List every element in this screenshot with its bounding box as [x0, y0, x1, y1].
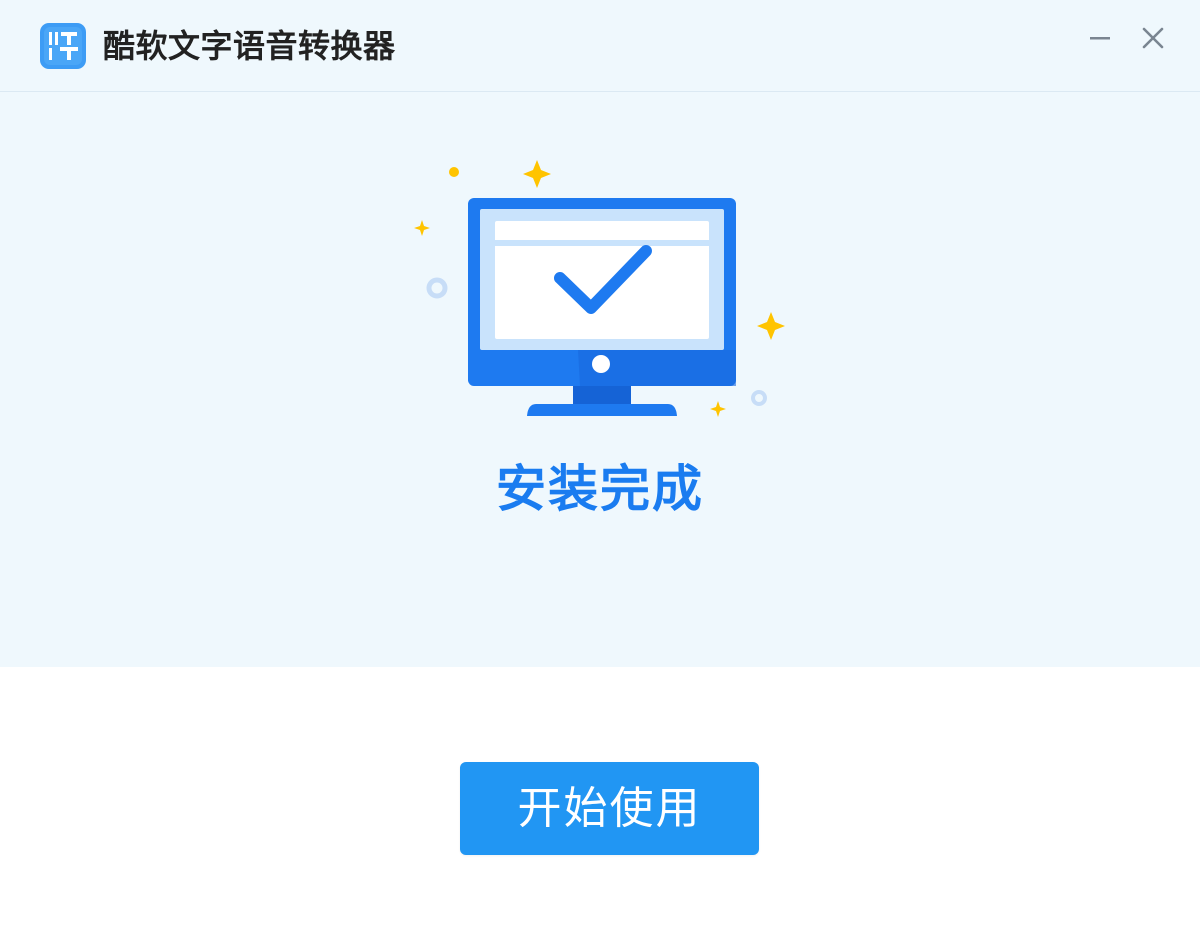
minimize-icon	[1090, 37, 1110, 40]
app-logo-icon	[40, 23, 86, 69]
footer: 开始使用	[0, 667, 1200, 930]
install-complete-text: 安装完成	[496, 460, 704, 518]
window-title: 酷软文字语音转换器	[103, 27, 396, 65]
minimize-button[interactable]	[1080, 18, 1120, 58]
close-button[interactable]	[1133, 18, 1173, 58]
installer-window: 酷软文字语音转换器 安装完成 开始使用	[0, 0, 1200, 930]
close-icon	[1142, 27, 1164, 49]
completion-panel: 安装完成	[0, 92, 1200, 667]
start-using-button[interactable]: 开始使用	[460, 762, 759, 855]
monitor-checkmark-illustration	[414, 160, 785, 417]
title-bar: 酷软文字语音转换器	[0, 0, 1200, 92]
